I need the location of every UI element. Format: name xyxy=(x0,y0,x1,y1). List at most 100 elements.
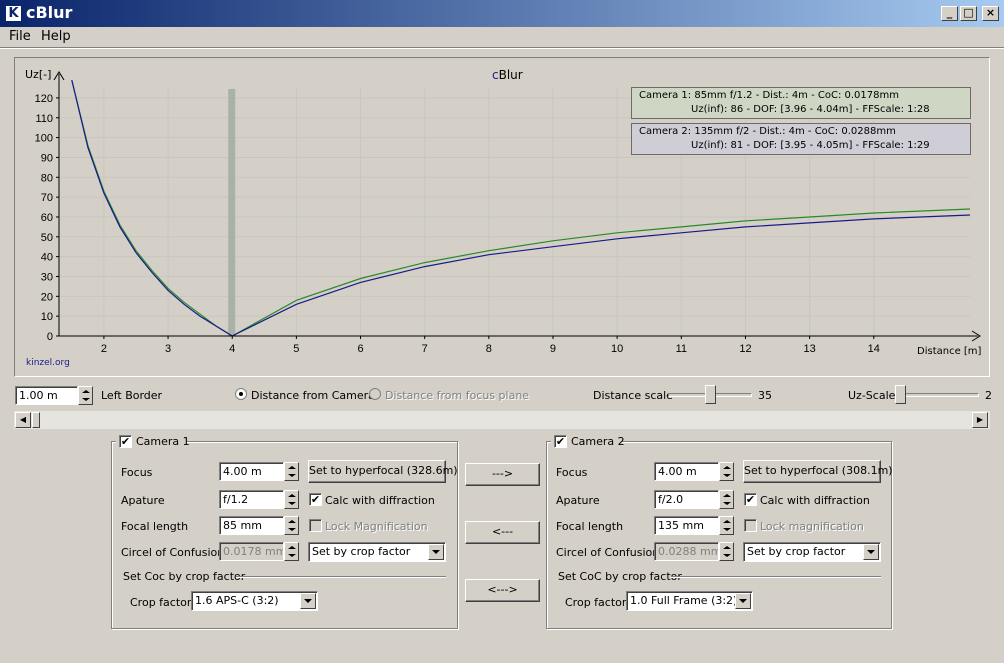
camera-1-header: ✔ Camera 1 xyxy=(116,434,190,448)
title-bar[interactable]: K cBlur _ □ × xyxy=(0,0,1004,27)
scroll-right-button[interactable]: ▶ xyxy=(972,412,988,428)
camera-1-focal-spinner[interactable] xyxy=(284,516,299,535)
app-icon: K xyxy=(5,5,22,22)
camera-2-title: Camera 2 xyxy=(571,435,625,448)
camera-1-diffraction-label[interactable]: Calc with diffraction xyxy=(325,494,435,507)
chevron-down-icon[interactable] xyxy=(428,544,444,560)
camera-1-coc-label: Circel of Confusion xyxy=(121,546,225,559)
camera-2-lock-label[interactable]: Lock magnification xyxy=(760,520,864,533)
y-tick-label: 90 xyxy=(41,152,53,164)
scroll-left-button[interactable]: ◀ xyxy=(15,412,31,428)
camera-1-crop-label: Crop factor xyxy=(130,596,192,609)
camera-2-crop-separator xyxy=(671,576,881,578)
camera-1-enabled-checkbox[interactable]: ✔ xyxy=(119,435,132,448)
camera-2-coc-input[interactable]: 0.0288 mm xyxy=(654,542,719,561)
x-tick-label: 9 xyxy=(550,343,556,355)
x-tick-label: 11 xyxy=(676,343,687,355)
camera-2-focus-input[interactable]: 4.00 m xyxy=(654,462,719,481)
focus-band-bar xyxy=(228,89,236,336)
window-title: cBlur xyxy=(26,3,73,22)
swap-cameras-button[interactable]: <---> xyxy=(465,579,540,602)
legend-camera-2: Camera 2: 135mm f/2 - Dist.: 4m - CoC: 0… xyxy=(631,123,971,155)
x-tick-label: 3 xyxy=(165,343,171,355)
camera-2-coc-spinner[interactable] xyxy=(719,542,734,561)
menu-help[interactable]: Help xyxy=(41,29,71,44)
camera-1-crop-select[interactable]: 1.6 APS-C (3:2) xyxy=(191,591,318,611)
camera-1-focus-spinner[interactable] xyxy=(284,462,299,481)
camera-1-aperture-spinner[interactable] xyxy=(284,490,299,509)
camera-2-focal-spinner[interactable] xyxy=(719,516,734,535)
close-button[interactable]: × xyxy=(982,6,999,21)
camera-1-coc-mode-select[interactable]: Set by crop factor xyxy=(308,542,446,562)
distance-scale-thumb[interactable] xyxy=(705,385,716,404)
menu-separator xyxy=(0,47,1004,49)
x-axis-label: Distance [m] xyxy=(917,346,982,357)
camera-2-lock-checkbox[interactable] xyxy=(744,519,757,532)
chevron-down-icon[interactable] xyxy=(300,593,316,609)
camera-2-aperture-spinner[interactable] xyxy=(719,490,734,509)
chevron-down-icon[interactable] xyxy=(863,544,879,560)
radio-distance-from-camera[interactable] xyxy=(235,388,247,400)
camera-1-diffraction-checkbox[interactable]: ✔ xyxy=(309,493,322,506)
camera-2-coc-mode-select[interactable]: Set by crop factor xyxy=(743,542,881,562)
uz-scale-thumb[interactable] xyxy=(895,385,906,404)
camera-2-coc-mode-value: Set by crop factor xyxy=(747,545,846,558)
x-tick-label: 6 xyxy=(357,343,363,355)
y-tick-label: 100 xyxy=(35,133,53,145)
camera-2-focus-spinner[interactable] xyxy=(719,462,734,481)
uz-scale-label: Uz-Scale xyxy=(848,389,896,402)
y-tick-label: 30 xyxy=(41,271,53,283)
camera-2-diffraction-checkbox[interactable]: ✔ xyxy=(744,493,757,506)
uz-scale-track[interactable] xyxy=(895,393,979,397)
y-tick-label: 80 xyxy=(41,172,53,184)
x-tick-label: 4 xyxy=(229,343,235,355)
camera-1-focal-input[interactable]: 85 mm xyxy=(219,516,284,535)
left-border-input[interactable]: 1.00 m xyxy=(15,386,78,405)
camera-1-hyperfocal-button[interactable]: Set to hyperfocal (328.6m) xyxy=(308,460,458,483)
camera-2-aperture-input[interactable]: f/2.0 xyxy=(654,490,719,509)
chevron-down-icon[interactable] xyxy=(735,593,751,609)
minimize-button[interactable]: _ xyxy=(941,6,958,21)
camera-2-crop-select[interactable]: 1.0 Full Frame (3:2) xyxy=(626,591,753,611)
camera-2-focal-input[interactable]: 135 mm xyxy=(654,516,719,535)
copy-camera-2-to-1-button[interactable]: <--- xyxy=(465,521,540,544)
camera-2-hyperfocal-button[interactable]: Set to hyperfocal (308.1m) xyxy=(743,460,893,483)
copy-camera-1-to-2-button[interactable]: ---> xyxy=(465,463,540,486)
x-tick-label: 8 xyxy=(486,343,492,355)
camera-1-focus-input[interactable]: 4.00 m xyxy=(219,462,284,481)
camera-2-enabled-checkbox[interactable]: ✔ xyxy=(554,435,567,448)
chart-panel[interactable]: 2 3 4 5 6 7 8 9 10 11 12 13 14 0 10 20 30 40 50 60 70 80 90 100… xyxy=(14,57,990,377)
x-tick-label: 10 xyxy=(611,343,623,355)
camera-1-coc-spinner[interactable] xyxy=(284,542,299,561)
y-tick-label: 50 xyxy=(41,232,53,244)
legend-camera-1-line2: Uz(inf): 86 - DOF: [3.96 - 4.04m] - FFSc… xyxy=(691,104,930,115)
focus-band xyxy=(228,89,236,336)
camera-1-title: Camera 1 xyxy=(136,435,190,448)
horizontal-scrollbar[interactable]: ◀ ▶ xyxy=(14,411,990,429)
y-tick-label: 110 xyxy=(35,113,53,125)
camera-1-crop-section-label: Set Coc by crop factor xyxy=(123,570,246,583)
camera-1-lock-label[interactable]: Lock Magnification xyxy=(325,520,428,533)
camera-1-lock-checkbox[interactable] xyxy=(309,519,322,532)
y-tick-label: 70 xyxy=(41,192,53,204)
radio-distance-from-camera-label[interactable]: Distance from Camera xyxy=(251,389,375,402)
y-tick-label: 120 xyxy=(35,93,53,105)
chart-title-rest: Blur xyxy=(498,68,523,82)
camera-1-aperture-label: Apature xyxy=(121,494,165,507)
camera-1-aperture-input[interactable]: f/1.2 xyxy=(219,490,284,509)
y-tick-label: 0 xyxy=(47,331,53,343)
x-tick-label: 5 xyxy=(293,343,299,355)
camera-1-coc-input[interactable]: 0.0178 mm xyxy=(219,542,284,561)
radio-distance-from-focus-label[interactable]: Distance from focus plane xyxy=(385,389,529,402)
y-tick-label: 10 xyxy=(41,311,53,323)
camera-2-crop-section-label: Set CoC by crop factor xyxy=(558,570,682,583)
y-tick-label: 40 xyxy=(41,252,53,264)
camera-2-diffraction-label[interactable]: Calc with diffraction xyxy=(760,494,870,507)
maximize-button[interactable]: □ xyxy=(960,6,977,21)
radio-distance-from-focus[interactable] xyxy=(369,388,381,400)
x-tick-label: 14 xyxy=(868,343,880,355)
menu-file[interactable]: File xyxy=(9,29,31,44)
left-border-spinner[interactable] xyxy=(78,386,93,405)
scroll-thumb[interactable] xyxy=(32,412,40,428)
x-tick-label: 7 xyxy=(422,343,428,355)
